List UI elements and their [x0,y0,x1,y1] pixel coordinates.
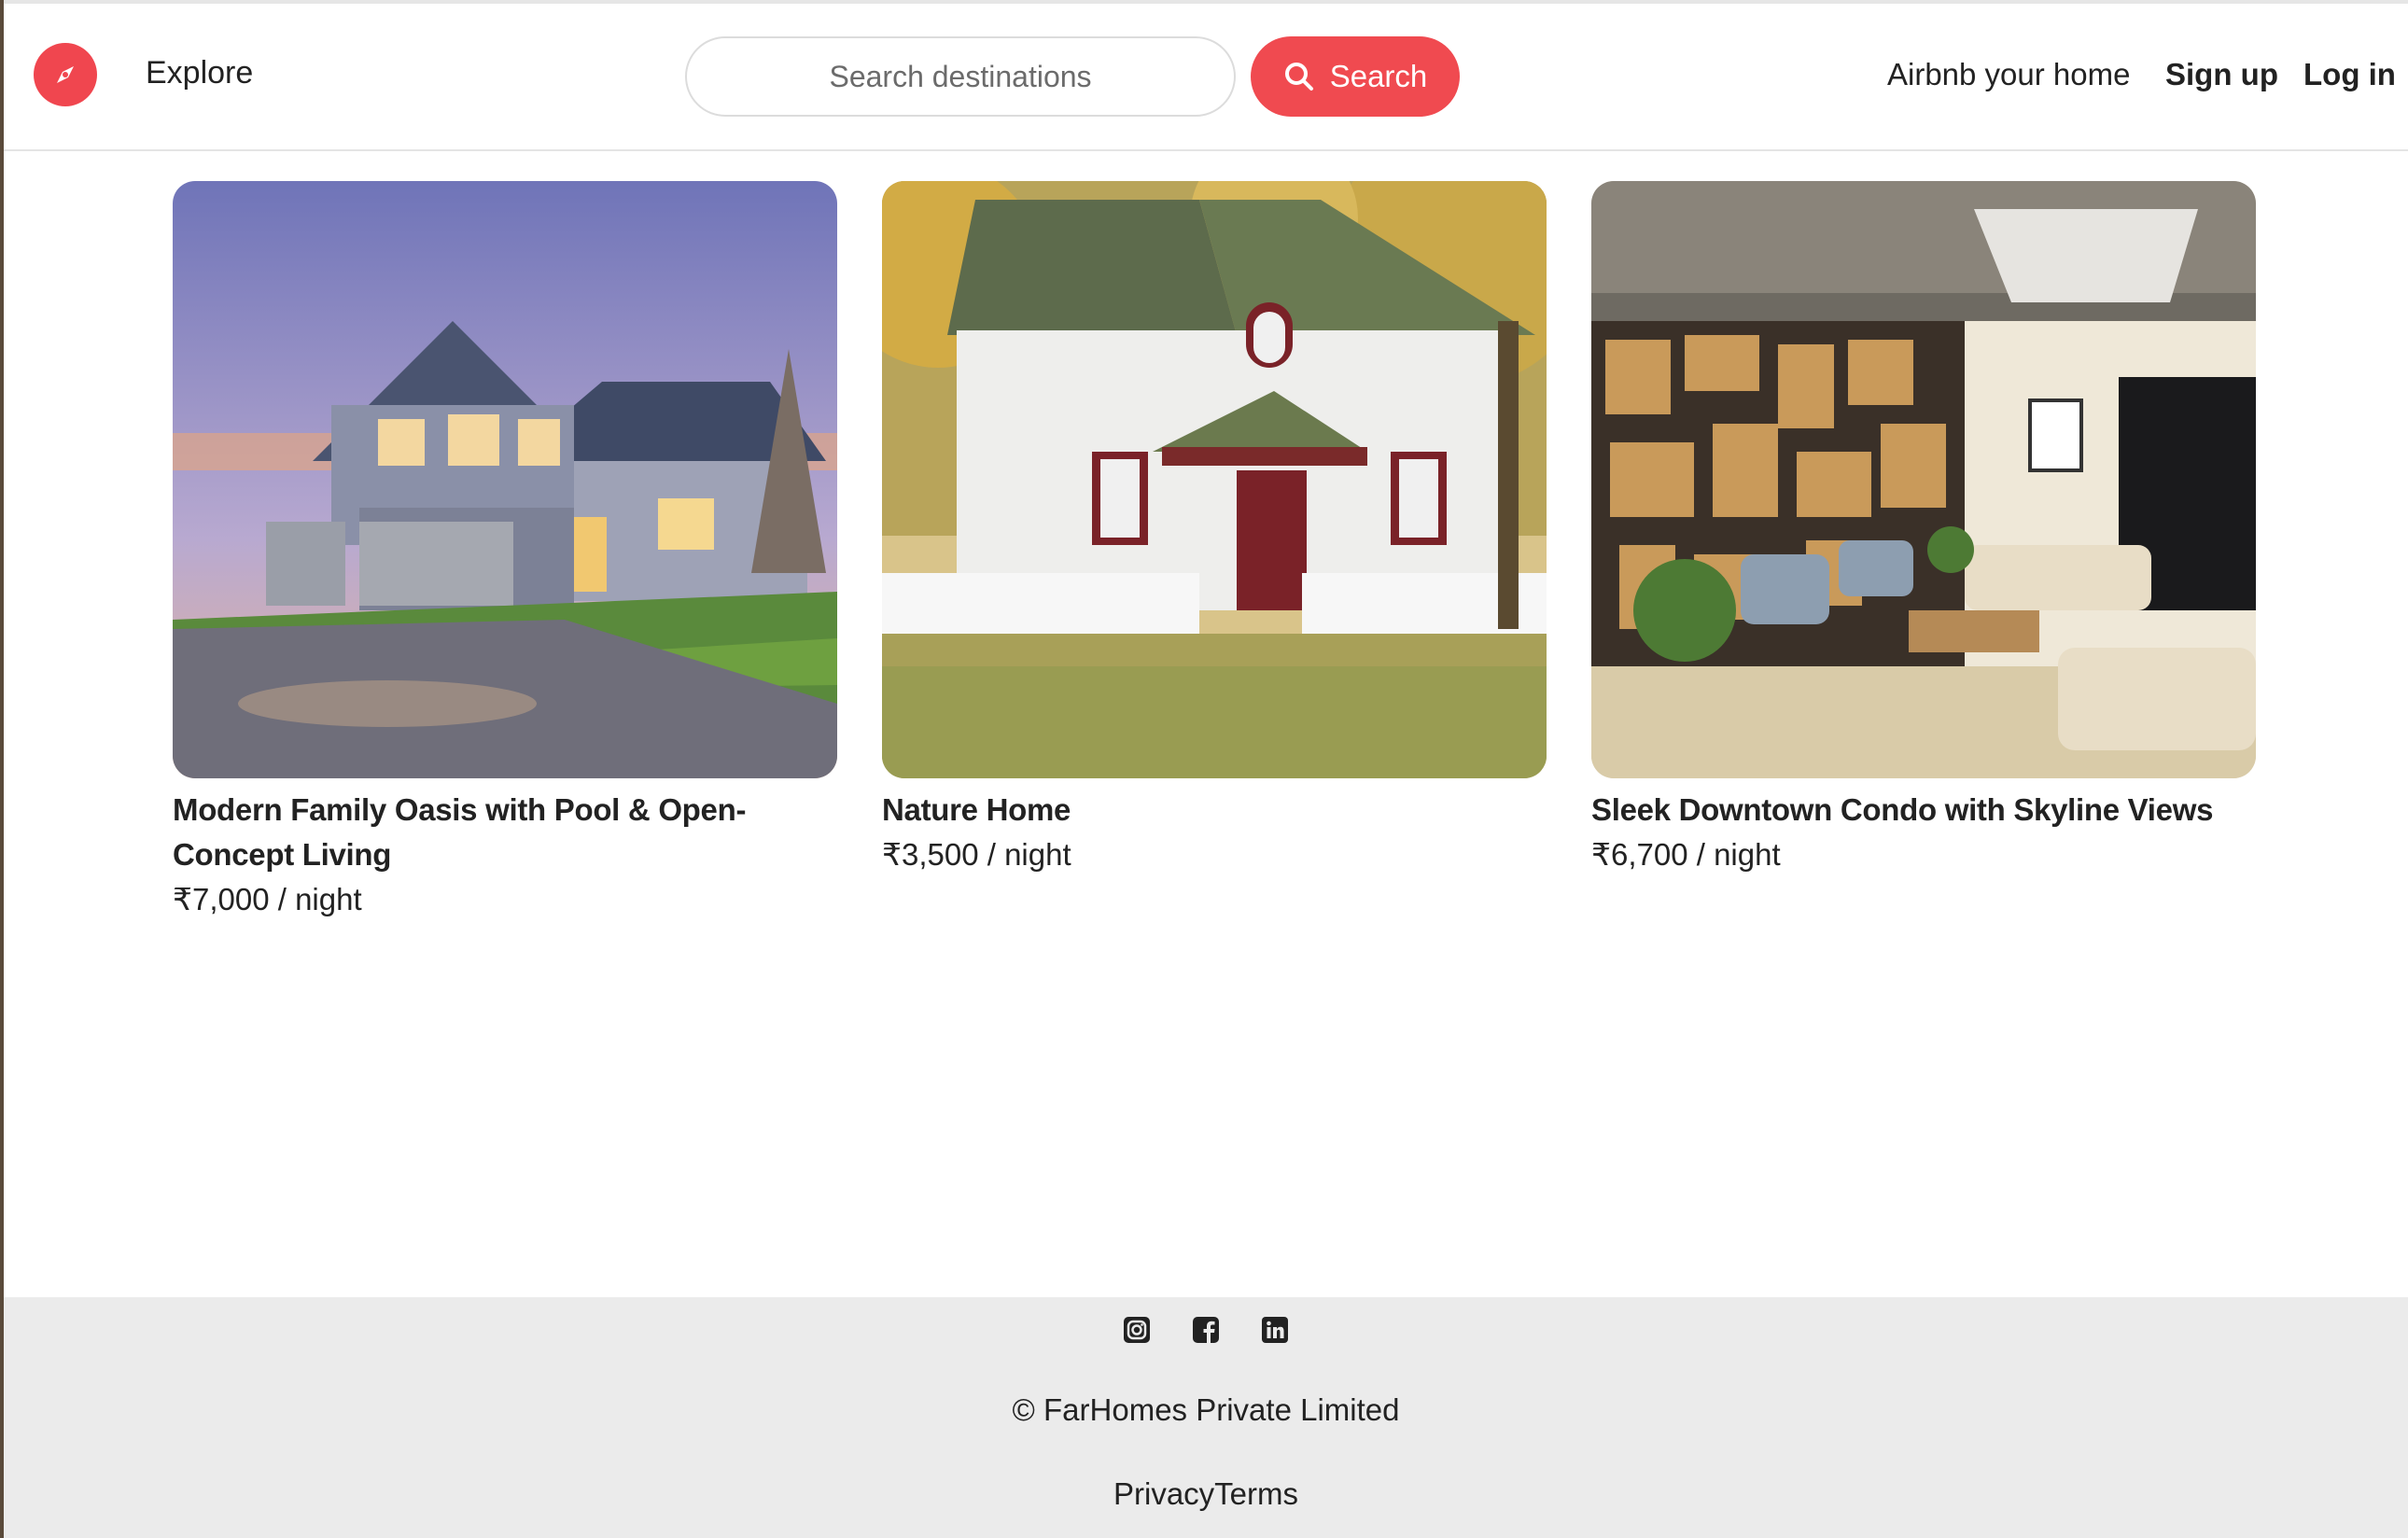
explore-link[interactable]: Explore [146,55,253,91]
social-links [4,1316,2408,1344]
logo-button[interactable] [34,43,97,106]
copyright-text: © FarHomes Private Limited [1012,1392,1400,1427]
compass-icon [57,66,74,83]
terms-link[interactable]: Terms [1214,1476,1298,1511]
search-icon [1284,63,1313,91]
listing-card[interactable]: Nature Home ₹3,500 / night [882,181,1547,877]
listing-price: ₹3,500 / night [882,837,1071,872]
signup-link[interactable]: Sign up [2165,57,2278,92]
listing-card[interactable]: Modern Family Oasis with Pool & Open-Con… [173,181,837,922]
listing-price: ₹7,000 / night [173,882,362,916]
listing-title[interactable]: Modern Family Oasis with Pool & Open-Con… [173,788,837,877]
listing-card[interactable]: Sleek Downtown Condo with Skyline Views … [1591,181,2256,877]
listing-price: ₹6,700 / night [1591,837,1781,872]
instagram-link[interactable] [1123,1316,1151,1344]
instagram-icon [1124,1317,1150,1343]
search-input[interactable] [685,36,1236,117]
host-your-home-link[interactable]: Airbnb your home [1887,57,2130,92]
facebook-icon [1193,1317,1219,1343]
facebook-link[interactable] [1192,1316,1220,1344]
linkedin-link[interactable] [1261,1316,1289,1344]
linkedin-icon [1262,1317,1288,1343]
listing-title[interactable]: Nature Home [882,788,1547,832]
privacy-link[interactable]: Privacy [1113,1476,1214,1511]
footer: © FarHomes Private Limited PrivacyTerms [4,1297,2408,1538]
listing-title[interactable]: Sleek Downtown Condo with Skyline Views [1591,788,2256,832]
listing-image[interactable] [1591,181,2256,778]
footer-links: PrivacyTerms [4,1476,2408,1512]
listing-image[interactable] [173,181,837,778]
listing-image[interactable] [882,181,1547,778]
login-link[interactable]: Log in [2303,57,2396,92]
navbar: Explore Search Airbnb your home Sign up … [4,4,2408,151]
search-button[interactable]: Search [1251,36,1460,117]
search-button-label: Search [1329,59,1428,93]
